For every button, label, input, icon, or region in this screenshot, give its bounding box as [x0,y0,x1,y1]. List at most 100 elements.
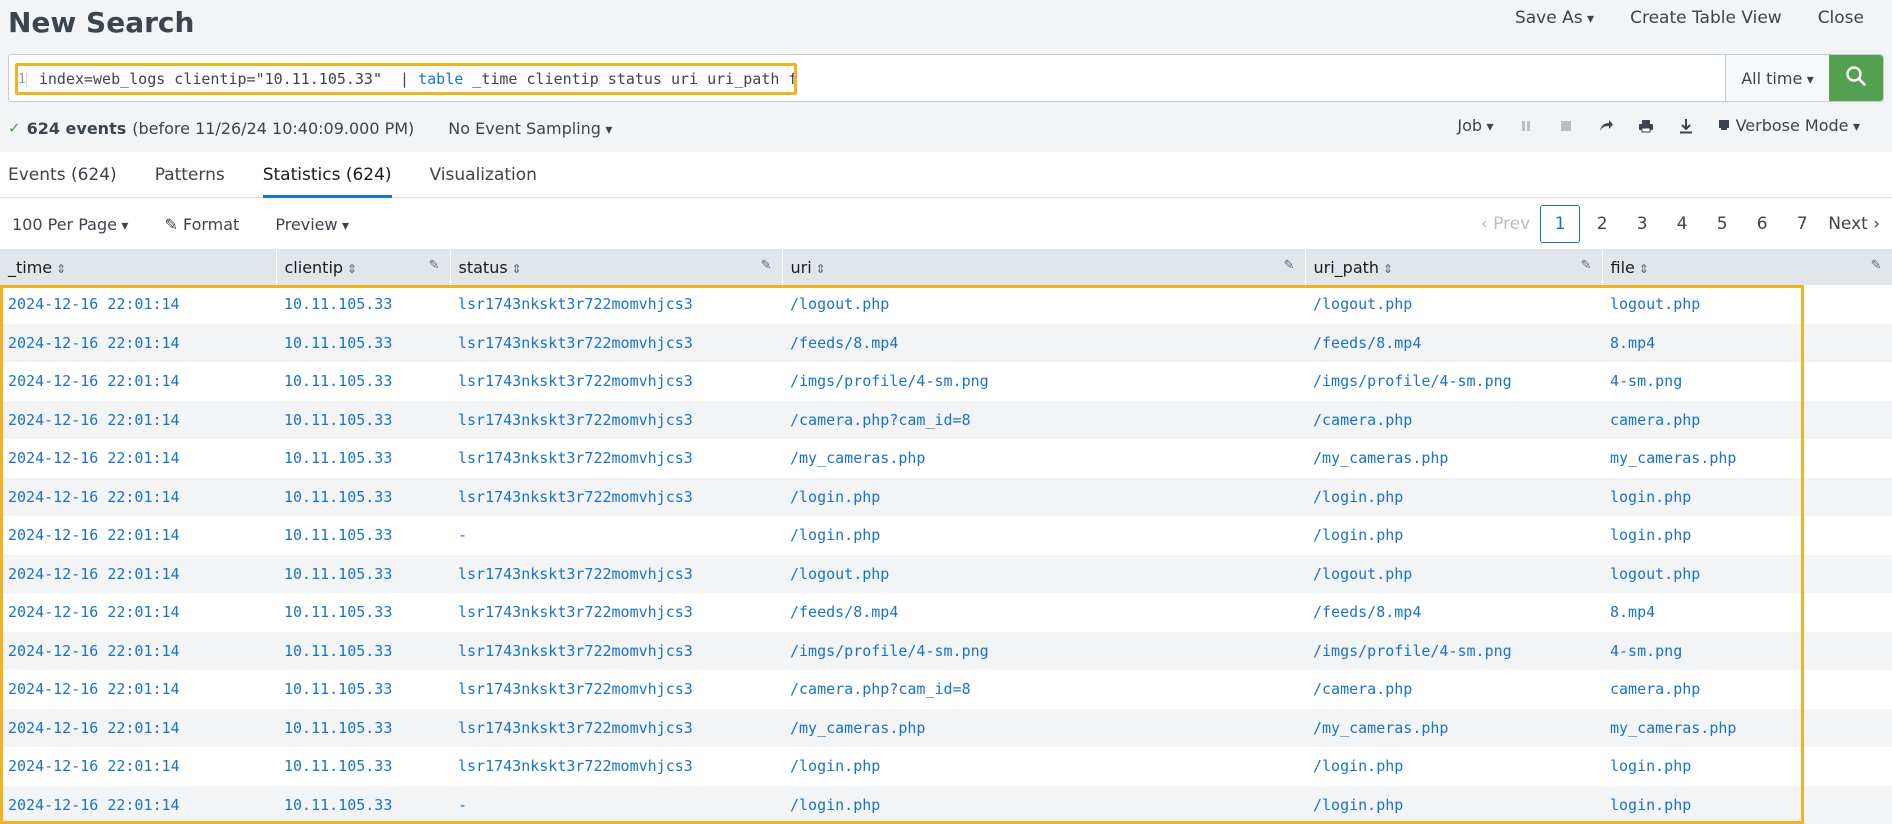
table-cell-status[interactable]: lsr1743nkskt3r722momvhjcs3 [450,708,782,747]
table-cell-uri-path[interactable]: /logout.php [1305,554,1602,593]
tab-events[interactable]: Events (624) [8,152,117,197]
page-2[interactable]: 2 [1582,205,1622,243]
table-cell-uri-path[interactable]: /logout.php [1305,285,1602,324]
table-cell-file[interactable]: 4-sm.png [1602,362,1892,401]
table-cell-uri-path[interactable]: /login.php [1305,477,1602,516]
table-cell-file[interactable]: my_cameras.php [1602,708,1892,747]
stop-icon[interactable] [1558,118,1574,134]
table-cell-uri[interactable]: /login.php [782,785,1305,824]
table-cell-time[interactable]: 2024-12-16 22:01:14 [0,747,276,786]
print-icon[interactable] [1638,118,1654,134]
table-cell-uri[interactable]: /logout.php [782,285,1305,324]
table-cell-status[interactable]: - [450,516,782,555]
table-cell-time[interactable]: 2024-12-16 22:01:14 [0,362,276,401]
table-cell-time[interactable]: 2024-12-16 22:01:14 [0,400,276,439]
share-icon[interactable] [1598,118,1614,134]
per-page-dropdown[interactable]: 100 Per Page [12,215,128,234]
table-cell-file[interactable]: camera.php [1602,400,1892,439]
format-button[interactable]: ✎ Format [164,215,239,234]
table-cell-time[interactable]: 2024-12-16 22:01:14 [0,554,276,593]
preview-dropdown[interactable]: Preview [275,215,349,234]
search-query[interactable]: 1 index=web_logs clientip="10.11.105.33"… [15,63,797,95]
table-cell-clientip[interactable]: 10.11.105.33 [276,631,450,670]
table-cell-clientip[interactable]: 10.11.105.33 [276,785,450,824]
table-cell-file[interactable]: camera.php [1602,670,1892,709]
table-cell-clientip[interactable]: 10.11.105.33 [276,670,450,709]
column-header-time[interactable]: _time [0,249,277,285]
table-cell-status[interactable]: lsr1743nkskt3r722momvhjcs3 [450,554,782,593]
column-header-file[interactable]: file ✎ [1602,249,1892,285]
table-cell-file[interactable]: login.php [1602,516,1892,555]
page-1[interactable]: 1 [1540,205,1581,243]
table-cell-status[interactable]: lsr1743nkskt3r722momvhjcs3 [450,362,782,401]
table-cell-file[interactable]: login.php [1602,477,1892,516]
tab-visualization[interactable]: Visualization [430,152,537,197]
page-7[interactable]: 7 [1782,205,1822,243]
table-cell-uri-path[interactable]: /camera.php [1305,400,1602,439]
table-cell-clientip[interactable]: 10.11.105.33 [276,747,450,786]
table-cell-uri[interactable]: /logout.php [782,554,1305,593]
table-cell-time[interactable]: 2024-12-16 22:01:14 [0,516,276,555]
event-sampling-dropdown[interactable]: No Event Sampling [448,119,612,138]
table-cell-clientip[interactable]: 10.11.105.33 [276,477,450,516]
page-3[interactable]: 3 [1622,205,1662,243]
tab-patterns[interactable]: Patterns [155,152,225,197]
table-cell-file[interactable]: logout.php [1602,554,1892,593]
table-cell-clientip[interactable]: 10.11.105.33 [276,708,450,747]
table-cell-status[interactable]: lsr1743nkskt3r722momvhjcs3 [450,631,782,670]
table-cell-status[interactable]: lsr1743nkskt3r722momvhjcs3 [450,747,782,786]
table-cell-uri-path[interactable]: /imgs/profile/4-sm.png [1305,362,1602,401]
table-cell-file[interactable]: 4-sm.png [1602,631,1892,670]
table-cell-time[interactable]: 2024-12-16 22:01:14 [0,631,276,670]
table-cell-uri[interactable]: /login.php [782,477,1305,516]
pencil-icon[interactable]: ✎ [1581,258,1592,273]
table-cell-clientip[interactable]: 10.11.105.33 [276,362,450,401]
table-cell-file[interactable]: 8.mp4 [1602,593,1892,632]
table-cell-status[interactable]: lsr1743nkskt3r722momvhjcs3 [450,670,782,709]
download-icon[interactable] [1678,118,1694,134]
page-5[interactable]: 5 [1702,205,1742,243]
table-cell-uri[interactable]: /camera.php?cam_id=8 [782,670,1305,709]
create-table-view-button[interactable]: Create Table View [1630,8,1782,28]
table-cell-clientip[interactable]: 10.11.105.33 [276,439,450,478]
pencil-icon[interactable]: ✎ [1871,258,1882,273]
table-cell-file[interactable]: my_cameras.php [1602,439,1892,478]
column-header-uri[interactable]: uri ✎ [782,249,1306,285]
column-header-uri-path[interactable]: uri_path ✎ [1305,249,1603,285]
table-cell-uri[interactable]: /feeds/8.mp4 [782,323,1305,362]
table-cell-file[interactable]: logout.php [1602,285,1892,324]
table-cell-clientip[interactable]: 10.11.105.33 [276,400,450,439]
prev-page-button[interactable]: ‹ Prev [1473,205,1538,243]
search-button[interactable] [1829,55,1883,101]
table-cell-status[interactable]: - [450,785,782,824]
table-cell-uri-path[interactable]: /imgs/profile/4-sm.png [1305,631,1602,670]
table-cell-status[interactable]: lsr1743nkskt3r722momvhjcs3 [450,593,782,632]
table-cell-uri[interactable]: /login.php [782,516,1305,555]
table-cell-uri-path[interactable]: /login.php [1305,747,1602,786]
table-cell-time[interactable]: 2024-12-16 22:01:14 [0,439,276,478]
page-6[interactable]: 6 [1742,205,1782,243]
save-as-button[interactable]: Save As [1515,8,1594,28]
search-input[interactable]: 1 index=web_logs clientip="10.11.105.33"… [9,55,1725,101]
pause-icon[interactable] [1518,118,1534,134]
table-cell-time[interactable]: 2024-12-16 22:01:14 [0,785,276,824]
table-cell-clientip[interactable]: 10.11.105.33 [276,593,450,632]
table-cell-uri-path[interactable]: /my_cameras.php [1305,708,1602,747]
table-cell-time[interactable]: 2024-12-16 22:01:14 [0,593,276,632]
table-cell-uri[interactable]: /imgs/profile/4-sm.png [782,362,1305,401]
table-cell-time[interactable]: 2024-12-16 22:01:14 [0,670,276,709]
next-page-button[interactable]: Next › [1822,205,1886,243]
pencil-icon[interactable]: ✎ [761,258,772,273]
table-cell-uri-path[interactable]: /feeds/8.mp4 [1305,593,1602,632]
table-cell-time[interactable]: 2024-12-16 22:01:14 [0,323,276,362]
table-cell-uri[interactable]: /imgs/profile/4-sm.png [782,631,1305,670]
table-cell-clientip[interactable]: 10.11.105.33 [276,554,450,593]
table-cell-status[interactable]: lsr1743nkskt3r722momvhjcs3 [450,477,782,516]
column-header-status[interactable]: status ✎ [450,249,783,285]
table-cell-uri[interactable]: /feeds/8.mp4 [782,593,1305,632]
table-cell-status[interactable]: lsr1743nkskt3r722momvhjcs3 [450,285,782,324]
job-dropdown[interactable]: Job [1457,116,1493,135]
table-cell-uri-path[interactable]: /camera.php [1305,670,1602,709]
table-cell-uri[interactable]: /camera.php?cam_id=8 [782,400,1305,439]
pencil-icon[interactable]: ✎ [429,258,440,273]
